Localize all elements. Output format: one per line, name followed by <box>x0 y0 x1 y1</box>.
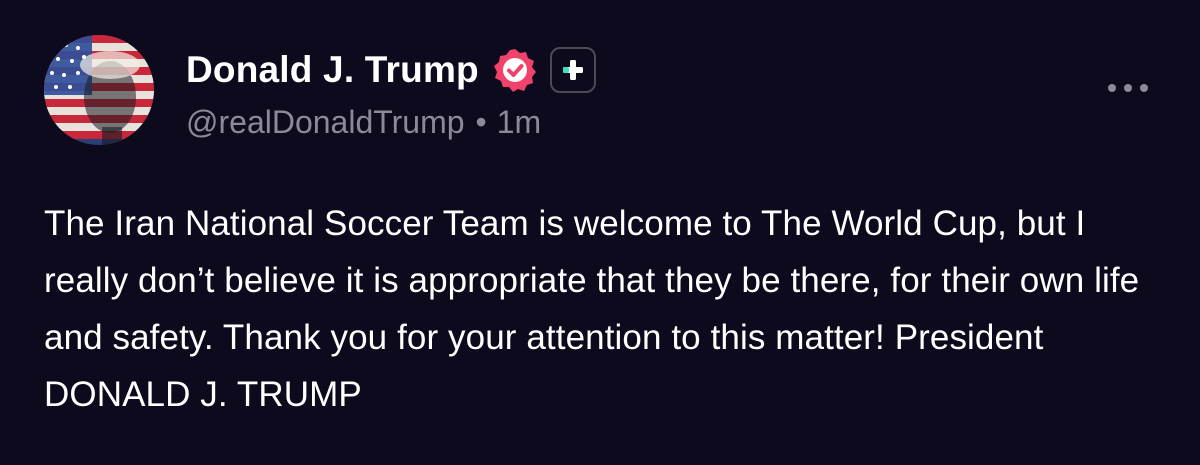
post-body: The Iran National Soccer Team is welcome… <box>44 204 1140 414</box>
more-options-icon[interactable] <box>1108 78 1148 98</box>
more-dot <box>1124 84 1132 92</box>
post-card: Donald J. Trump @realDonaldTrump • 1m Th… <box>0 0 1200 465</box>
avatar[interactable] <box>44 35 154 145</box>
author-name[interactable]: Donald J. Trump <box>186 49 479 91</box>
avatar-image <box>44 35 154 145</box>
meta-separator: • <box>475 104 487 140</box>
author-handle[interactable]: @realDonaldTrump <box>186 104 465 141</box>
verified-badge-icon <box>493 49 536 92</box>
more-dot <box>1140 84 1148 92</box>
more-dot <box>1108 84 1116 92</box>
plus-badge-icon <box>549 47 596 93</box>
post-timestamp[interactable]: 1m <box>497 104 541 141</box>
author-row: Donald J. Trump <box>186 44 596 96</box>
handle-row: @realDonaldTrump • 1m <box>186 104 541 141</box>
